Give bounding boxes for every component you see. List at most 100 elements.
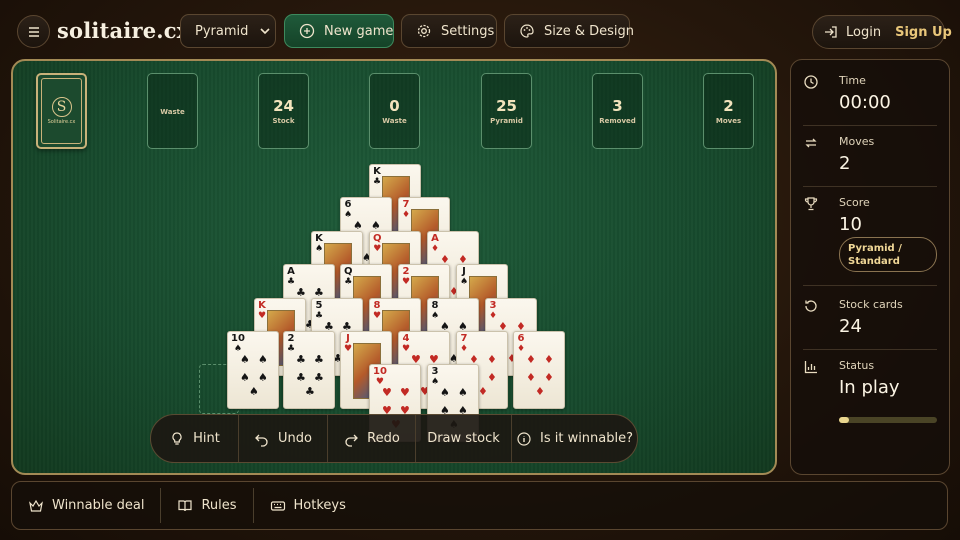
hotkeys-button[interactable]: Hotkeys [254, 488, 362, 523]
stock-pile[interactable]: S Solitaire.cx [36, 73, 87, 149]
card-pip: ♦ [544, 353, 554, 366]
card-suit: ♠ [344, 210, 353, 220]
hotkeys-label: Hotkeys [293, 498, 346, 513]
settings-button[interactable]: Settings [401, 14, 497, 48]
removed-count-slot: 3 Removed [592, 73, 643, 149]
card-pip: ♥ [400, 386, 410, 399]
card-suit: ♥ [402, 277, 411, 287]
undo-button[interactable]: Undo [239, 415, 328, 462]
stock-count-slot: 24 Stock [258, 73, 309, 149]
slot-label: Stock [272, 117, 295, 125]
slot-value: 25 [496, 97, 517, 115]
size-design-button[interactable]: Size & Design [504, 14, 634, 48]
slot-label: Waste [160, 108, 185, 116]
card-rank: 8 [431, 300, 439, 311]
stat-label: Status [839, 359, 875, 372]
rules-label: Rules [201, 498, 237, 513]
stat-value: 2 [839, 153, 851, 174]
login-link[interactable]: Login [846, 25, 881, 40]
card-pip: ♠ [258, 353, 268, 366]
logo[interactable]: solitaire.cx [57, 18, 190, 43]
card-corner: 10 ♠ [231, 333, 245, 355]
playing-card[interactable]: ♣ ♣ ♣ ♣ ♣ 2 ♣ [283, 331, 335, 409]
variant-select[interactable]: Pyramid [180, 14, 276, 48]
card-rank: 3 [489, 300, 497, 311]
card-corner: 5 ♣ [315, 300, 323, 322]
card-rank: Q [373, 233, 382, 244]
card-pip: ♠ [371, 219, 381, 232]
winnable-deal-label: Winnable deal [52, 498, 145, 513]
slot-label: Pyramid [490, 117, 523, 125]
stat-value: 24 [839, 316, 862, 337]
variant-label: Pyramid [195, 23, 249, 39]
redo-label: Redo [367, 431, 400, 446]
book-icon [177, 498, 193, 514]
status-progress-fill [839, 417, 849, 423]
chevron-down-icon [257, 23, 273, 39]
game-mode-badge[interactable]: Pyramid / Standard [839, 237, 937, 272]
draw-stock-button[interactable]: Draw stock [416, 415, 512, 462]
card-corner: 6 ♠ [344, 199, 352, 221]
card-rank: 2 [402, 266, 410, 277]
winnable-deal-button[interactable]: Winnable deal [12, 488, 162, 523]
card-rank: A [431, 233, 439, 244]
card-rank: 2 [287, 333, 295, 344]
card-corner: K ♠ [315, 233, 323, 255]
card-suit: ♠ [315, 244, 324, 254]
draw-stock-label: Draw stock [427, 431, 500, 446]
card-rank: 5 [315, 300, 323, 311]
card-pip: ♠ [440, 386, 450, 399]
moves-count-slot: 2 Moves [703, 73, 754, 149]
new-game-button[interactable]: New game [284, 14, 394, 48]
card-corner: 8 ♠ [431, 300, 439, 322]
card-corner: 3 ♠ [431, 366, 439, 388]
slot-value: 24 [273, 97, 294, 115]
card-suit: ♦ [460, 344, 469, 354]
card-rank: K [373, 166, 381, 177]
stat-moves: Moves 2 [803, 133, 937, 187]
redo-button[interactable]: Redo [328, 415, 416, 462]
hamburger-icon [26, 24, 42, 40]
waste-slot[interactable]: Waste [147, 73, 198, 149]
card-suit: ♦ [517, 344, 526, 354]
card-pip: ♦ [526, 371, 536, 384]
stat-label: Score [839, 196, 870, 209]
card-corner: 2 ♥ [402, 266, 410, 288]
undo-icon [254, 431, 270, 447]
slot-value: 2 [723, 97, 734, 115]
stats-sidebar: Time 00:00 Moves 2 Score 10 Pyramid / St… [790, 59, 950, 475]
winnable-button[interactable]: Is it winnable? [512, 415, 637, 462]
winnable-label: Is it winnable? [539, 431, 634, 446]
playing-card[interactable]: ♦ ♦ ♦ ♦ ♦ 6 ♦ [513, 331, 565, 409]
menu-button[interactable] [17, 15, 50, 48]
card-rank: 10 [231, 333, 245, 344]
settings-label: Settings [441, 23, 495, 39]
card-corner: 7 ♦ [460, 333, 468, 355]
card-rank: 6 [517, 333, 525, 344]
card-back-text: Solitaire.cx [47, 119, 76, 125]
stat-label: Moves [839, 135, 875, 148]
playing-card[interactable]: ♠ ♠ ♠ ♠ ♠ 10 ♠ [227, 331, 279, 409]
card-suit: ♠ [460, 277, 469, 287]
info-icon [516, 431, 532, 447]
card-pip: ♠ [353, 219, 363, 232]
card-corner: A ♣ [287, 266, 295, 288]
card-suit: ♣ [315, 311, 324, 321]
card-suit: ♥ [373, 311, 382, 321]
card-pip: ♣ [305, 385, 315, 398]
refresh-icon [803, 298, 819, 314]
plus-circle-icon [299, 23, 315, 39]
card-corner: J ♥ [344, 333, 352, 355]
stat-stock-cards: Stock cards 24 [803, 296, 937, 350]
card-pip: ♣ [296, 286, 306, 299]
hint-button[interactable]: Hint [151, 415, 239, 462]
slot-value: 3 [612, 97, 623, 115]
pyramid-count-slot: 25 Pyramid [481, 73, 532, 149]
stat-value: 10 [839, 214, 862, 235]
card-pip: ♣ [314, 353, 324, 366]
card-suit: ♣ [373, 177, 382, 187]
rules-button[interactable]: Rules [161, 488, 254, 523]
card-suit: ♣ [344, 277, 353, 287]
signup-link[interactable]: Sign Up [895, 25, 952, 40]
card-rank: 10 [373, 366, 387, 377]
